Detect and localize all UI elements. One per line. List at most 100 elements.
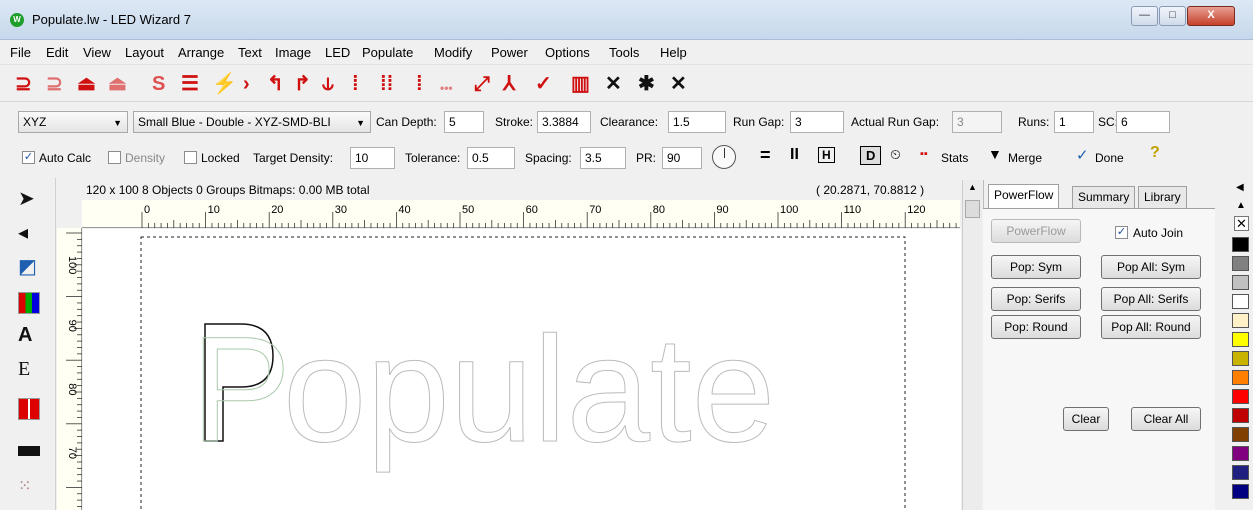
stroke-2-icon[interactable]: ⊇ xyxy=(46,74,63,94)
auto-join-checkbox[interactable]: ✓ xyxy=(1115,226,1128,239)
palette-swatch[interactable] xyxy=(1232,465,1249,480)
brush-icon[interactable]: ⅄ xyxy=(503,74,515,94)
curve-arrow-icon[interactable]: ↰ xyxy=(267,74,284,94)
zigzag-icon[interactable]: ⚡ xyxy=(212,74,237,94)
populate-letter-p[interactable]: P xyxy=(191,305,292,474)
cross-1-icon[interactable]: ✕ xyxy=(605,74,622,94)
stroke-1-icon[interactable]: ⊇ xyxy=(15,74,32,94)
dotted-line-2-icon[interactable]: ⁞⁞ xyxy=(380,74,393,94)
stroke-field[interactable]: 3.3884 xyxy=(537,111,591,133)
palette-swatch[interactable] xyxy=(1232,446,1249,461)
palette-up-icon[interactable]: ▲ xyxy=(1236,200,1246,211)
menu-tools[interactable]: Tools xyxy=(609,45,639,60)
menu-layout[interactable]: Layout xyxy=(125,45,164,60)
palette-swatch[interactable] xyxy=(1232,389,1249,404)
sc-field[interactable]: 6 xyxy=(1116,111,1170,133)
menu-modify[interactable]: Modify xyxy=(434,45,472,60)
stroke-3-icon[interactable]: ⏏ xyxy=(77,74,96,94)
help-icon[interactable]: ? xyxy=(1150,144,1160,162)
vertical-scrollbar[interactable]: ▲ xyxy=(962,180,982,510)
scroll-up-icon[interactable]: ▲ xyxy=(968,182,977,192)
fork-icon[interactable]: ⫝ xyxy=(322,74,334,94)
tab-powerflow[interactable]: PowerFlow xyxy=(988,184,1060,208)
equals-icon[interactable]: = xyxy=(760,145,771,166)
pop-all-round-button[interactable]: Pop All: Round xyxy=(1101,315,1201,339)
curve-arrow-2-icon[interactable]: ↱ xyxy=(294,74,311,94)
runs-field[interactable]: 1 xyxy=(1054,111,1094,133)
d-box-icon[interactable]: D xyxy=(860,146,882,165)
diag-dots-icon[interactable]: ••• xyxy=(440,78,453,98)
chevron-icon[interactable]: › xyxy=(243,74,250,94)
tolerance-field[interactable]: 0.5 xyxy=(467,147,515,169)
led-tool-icon[interactable] xyxy=(18,398,40,420)
stroke-4-icon[interactable]: ⏏ xyxy=(108,74,127,94)
no-color-icon[interactable]: ✕ xyxy=(1234,216,1249,231)
can-depth-field[interactable]: 5 xyxy=(444,111,484,133)
populate-text-outline[interactable]: opulate xyxy=(283,305,776,474)
pr-field[interactable]: 90 xyxy=(662,147,702,169)
palette-left-icon[interactable]: ◀ xyxy=(1236,182,1244,193)
menu-power[interactable]: Power xyxy=(491,45,528,60)
menu-populate[interactable]: Populate xyxy=(362,45,413,60)
minimize-button[interactable]: — xyxy=(1131,6,1158,26)
menu-edit[interactable]: Edit xyxy=(46,45,68,60)
black-bar-icon[interactable] xyxy=(18,446,40,456)
design-canvas[interactable]: P opulate xyxy=(83,229,961,510)
module-combo[interactable]: Small Blue - Double - XYZ-SMD-BLI ▼ xyxy=(133,111,371,133)
menu-file[interactable]: File xyxy=(10,45,31,60)
merge-button[interactable]: Merge xyxy=(1008,150,1042,166)
double-line-icon[interactable]: ☰ xyxy=(181,74,199,94)
cross-2-icon[interactable]: ✱ xyxy=(638,74,655,94)
clear-button[interactable]: Clear xyxy=(1063,407,1109,431)
auto-calc-checkbox[interactable]: ✓ xyxy=(22,151,35,164)
select-arrow-icon[interactable]: ➤ xyxy=(18,188,35,210)
pause-icon[interactable]: II xyxy=(790,146,799,164)
run-gap-field[interactable]: 3 xyxy=(790,111,844,133)
dash-line-icon[interactable]: ⁞ xyxy=(416,74,423,94)
palette-swatch[interactable] xyxy=(1232,484,1249,499)
palette-swatch[interactable] xyxy=(1232,332,1249,347)
palette-swatch[interactable] xyxy=(1232,256,1249,271)
maximize-button[interactable]: □ xyxy=(1159,6,1186,26)
scroll-thumb[interactable] xyxy=(965,200,980,218)
menu-view[interactable]: View xyxy=(83,45,111,60)
stats-button[interactable]: Stats xyxy=(941,150,968,166)
s-path-icon[interactable]: S xyxy=(152,74,165,94)
grid-h-icon[interactable]: ▥ xyxy=(571,74,590,94)
close-button[interactable]: X xyxy=(1187,6,1235,26)
palette-swatch[interactable] xyxy=(1232,237,1249,252)
menu-image[interactable]: Image xyxy=(275,45,311,60)
pop-sym-button[interactable]: Pop: Sym xyxy=(991,255,1081,279)
pop-all-serifs-button[interactable]: Pop All: Serifs xyxy=(1101,287,1201,311)
pop-serifs-button[interactable]: Pop: Serifs xyxy=(991,287,1081,311)
menu-options[interactable]: Options xyxy=(545,45,590,60)
transform-icon[interactable]: ◩ xyxy=(18,256,37,278)
color-fill-icon[interactable] xyxy=(18,292,40,314)
menu-led[interactable]: LED xyxy=(325,45,350,60)
menu-arrange[interactable]: Arrange xyxy=(178,45,224,60)
clearance-field[interactable]: 1.5 xyxy=(668,111,726,133)
palette-swatch[interactable] xyxy=(1232,408,1249,423)
pop-all-sym-button[interactable]: Pop All: Sym xyxy=(1101,255,1201,279)
done-button[interactable]: Done xyxy=(1095,150,1124,166)
clear-all-button[interactable]: Clear All xyxy=(1131,407,1201,431)
angle-icon[interactable]: ⤢ xyxy=(474,74,490,94)
tab-library[interactable]: Library xyxy=(1138,186,1187,208)
menu-text[interactable]: Text xyxy=(238,45,262,60)
dotted-line-icon[interactable]: ⁞ xyxy=(352,74,359,94)
locked-checkbox[interactable] xyxy=(184,151,197,164)
powerflow-button[interactable]: PowerFlow xyxy=(991,219,1081,243)
clock-icon[interactable]: ⏲ xyxy=(890,146,901,163)
pop-round-button[interactable]: Pop: Round xyxy=(991,315,1081,339)
h-box-icon[interactable]: H xyxy=(818,147,835,163)
tab-summary[interactable]: Summary xyxy=(1072,186,1136,208)
spacing-field[interactable]: 3.5 xyxy=(580,147,626,169)
grid-tool-icon[interactable]: ⁙ xyxy=(18,476,31,498)
text-frame-icon[interactable]: E xyxy=(18,358,30,380)
font-combo[interactable]: XYZ ▼ xyxy=(18,111,128,133)
palette-swatch[interactable] xyxy=(1232,370,1249,385)
target-density-field[interactable]: 10 xyxy=(350,147,395,169)
node-arrow-icon[interactable]: ◂ xyxy=(18,222,28,244)
density-checkbox[interactable] xyxy=(108,151,121,164)
palette-swatch[interactable] xyxy=(1232,427,1249,442)
